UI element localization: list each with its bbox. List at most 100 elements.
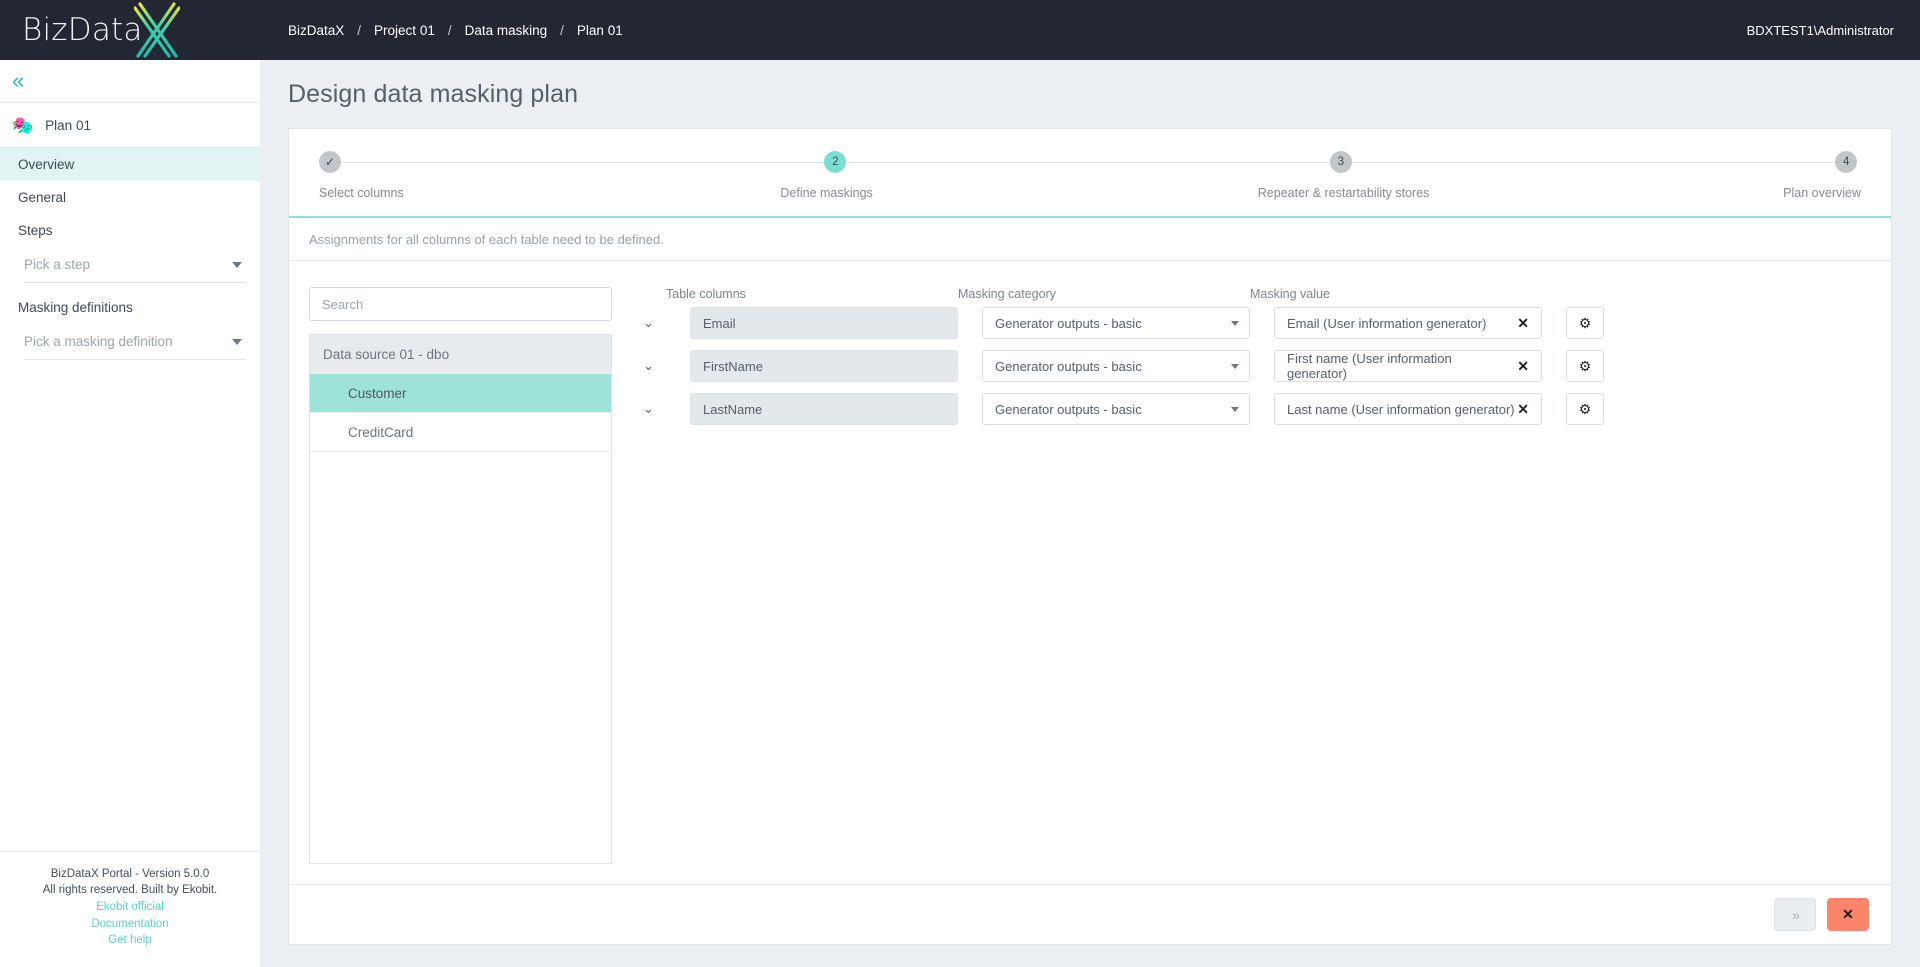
masking-value-text: First name (User information generator) xyxy=(1287,351,1452,381)
sidebar-item-overview-label: Overview xyxy=(18,157,75,172)
step-picker-placeholder: Pick a step xyxy=(24,257,91,272)
masking-column-headers: Table columns Masking category Masking v… xyxy=(638,287,1869,301)
content-area: ✓ Select columns 2 Define maskings 3 Rep… xyxy=(260,128,1920,967)
header-masking-category: Masking category xyxy=(958,287,1056,301)
step-connector xyxy=(1351,161,1836,163)
next-step-button[interactable]: » xyxy=(1774,898,1816,931)
sidebar-group-steps-label: Steps xyxy=(18,223,53,238)
step-2-label: Define maskings xyxy=(780,186,873,200)
tree-node-customer[interactable]: Customer xyxy=(310,374,611,413)
table-tree-panel: Data source 01 - dbo Customer CreditCard xyxy=(309,287,612,864)
step-bubble-row: ✓ xyxy=(319,151,825,173)
step-select-columns[interactable]: ✓ Select columns xyxy=(319,151,825,200)
step-bubble-row: 2 xyxy=(824,151,1330,173)
chevron-down-icon xyxy=(232,338,242,345)
step-4-label: Plan overview xyxy=(1783,186,1861,200)
step-bubble-row: 4 xyxy=(1835,151,1861,173)
masking-value-field[interactable]: Email (User information generator) ✕ xyxy=(1274,307,1542,339)
masking-category-select[interactable]: Generator outputs - basic xyxy=(982,350,1250,382)
sidebar-item-overview[interactable]: Overview xyxy=(0,148,260,181)
gear-icon: ⚙ xyxy=(1578,400,1592,417)
sidebar: BizData « 🎭 Plan 01 Overview General Ste… xyxy=(0,0,260,967)
breadcrumb-item-project-01[interactable]: Project 01 xyxy=(374,23,435,38)
masking-definition-picker[interactable]: Pick a masking definition xyxy=(24,324,246,360)
step-2-marker: 2 xyxy=(824,151,847,173)
clear-masking-value-icon[interactable]: ✕ xyxy=(1515,401,1531,418)
sidebar-footer: BizDataX Portal - Version 5.0.0 All righ… xyxy=(0,850,260,967)
breadcrumb-item-data-masking[interactable]: Data masking xyxy=(465,23,548,38)
masking-category-select[interactable]: Generator outputs - basic xyxy=(982,307,1250,339)
content-bottom-spacer xyxy=(288,945,1892,967)
double-chevron-right-icon: » xyxy=(1792,906,1800,923)
search-input[interactable] xyxy=(309,287,612,321)
sidebar-collapse-button[interactable]: « xyxy=(0,60,260,103)
step-1-label: Select columns xyxy=(319,186,404,200)
breadcrumb: BizDataX / Project 01 / Data masking / P… xyxy=(288,23,623,38)
masking-value-text: Last name (User information generator) xyxy=(1287,401,1515,417)
step-bubble-row: 3 xyxy=(1329,151,1836,173)
masking-category-value: Generator outputs - basic xyxy=(995,401,1142,417)
masking-category-select[interactable]: Generator outputs - basic xyxy=(982,393,1250,425)
step-picker[interactable]: Pick a step xyxy=(24,247,246,283)
assignments-notice: Assignments for all columns of each tabl… xyxy=(289,218,1891,261)
step-connector xyxy=(846,161,1330,163)
gear-icon: ⚙ xyxy=(1578,314,1592,331)
masking-definition-picker-placeholder: Pick a masking definition xyxy=(24,334,173,349)
chevron-down-icon xyxy=(1231,320,1239,326)
step-connector xyxy=(341,161,825,163)
masking-settings-button[interactable]: ⚙ xyxy=(1566,307,1604,339)
sidebar-group-steps: Steps xyxy=(0,214,260,247)
clear-masking-value-icon[interactable]: ✕ xyxy=(1515,358,1531,375)
wizard-body: Data source 01 - dbo Customer CreditCard xyxy=(289,261,1891,884)
footer-link-documentation[interactable]: Documentation xyxy=(10,916,250,933)
logo-text: BizData xyxy=(22,12,143,48)
tree-node-label: Customer xyxy=(348,385,407,401)
wizard-stepper: ✓ Select columns 2 Define maskings 3 Rep… xyxy=(289,129,1891,218)
breadcrumb-item-plan-01[interactable]: Plan 01 xyxy=(577,23,623,38)
footer-link-ekobit-official[interactable]: Ekobit official xyxy=(10,899,250,916)
header-masking-value: Masking value xyxy=(1250,287,1330,301)
step-define-maskings[interactable]: 2 Define maskings xyxy=(780,151,1330,200)
sidebar-group-masking-definitions: Masking definitions xyxy=(0,291,260,324)
sidebar-item-general[interactable]: General xyxy=(0,181,260,214)
row-expand-chevron-down-icon[interactable]: ⌄ xyxy=(638,315,666,331)
close-icon: ✕ xyxy=(1842,906,1854,922)
current-user-label[interactable]: BDXTEST1\Administrator xyxy=(1747,23,1894,38)
step-repeater-restartability-stores[interactable]: 3 Repeater & restartability stores xyxy=(1258,151,1836,200)
clear-masking-value-icon[interactable]: ✕ xyxy=(1515,315,1531,332)
masking-category-value: Generator outputs - basic xyxy=(995,358,1142,374)
sidebar-item-general-label: General xyxy=(18,190,67,205)
wizard-actions: » ✕ xyxy=(289,884,1891,944)
footer-link-get-help[interactable]: Get help xyxy=(10,932,250,949)
step-plan-overview[interactable]: 4 Plan overview xyxy=(1783,151,1861,200)
masking-settings-button[interactable]: ⚙ xyxy=(1566,350,1604,382)
tree-node-data-source-01-dbo[interactable]: Data source 01 - dbo xyxy=(310,335,611,374)
masking-row: ⌄ FirstName Generator outputs - basic Fi… xyxy=(638,350,1869,382)
top-bar: BizDataX / Project 01 / Data masking / P… xyxy=(260,0,1920,60)
double-chevron-left-icon: « xyxy=(12,68,24,93)
row-expand-chevron-down-icon[interactable]: ⌄ xyxy=(638,401,666,417)
close-button[interactable]: ✕ xyxy=(1827,898,1869,931)
tree-node-creditcard[interactable]: CreditCard xyxy=(310,413,611,452)
masking-category-value: Generator outputs - basic xyxy=(995,315,1142,331)
table-column-value: FirstName xyxy=(703,358,763,374)
row-expand-chevron-down-icon[interactable]: ⌄ xyxy=(638,358,666,374)
app-logo[interactable]: BizData xyxy=(0,0,260,60)
chevron-down-icon xyxy=(232,261,242,268)
masking-value-field[interactable]: First name (User information generator) … xyxy=(1274,350,1542,382)
theater-masks-icon: 🎭 xyxy=(12,115,34,135)
logo-x-icon xyxy=(133,2,180,58)
sidebar-plan-header[interactable]: 🎭 Plan 01 xyxy=(0,103,260,148)
table-column-value: Email xyxy=(703,315,736,331)
table-column-field: LastName xyxy=(690,393,958,425)
masking-value-field[interactable]: Last name (User information generator) ✕ xyxy=(1274,393,1542,425)
masking-settings-button[interactable]: ⚙ xyxy=(1566,393,1604,425)
breadcrumb-separator: / xyxy=(447,22,452,38)
app-root: BizData « 🎭 Plan 01 Overview General Ste… xyxy=(0,0,1920,967)
breadcrumb-separator: / xyxy=(560,22,564,38)
tree-node-label: Data source 01 - dbo xyxy=(323,346,450,362)
breadcrumb-item-bizdatax[interactable]: BizDataX xyxy=(288,23,344,38)
step-3-label: Repeater & restartability stores xyxy=(1257,186,1430,200)
step-3-marker: 3 xyxy=(1329,151,1352,173)
